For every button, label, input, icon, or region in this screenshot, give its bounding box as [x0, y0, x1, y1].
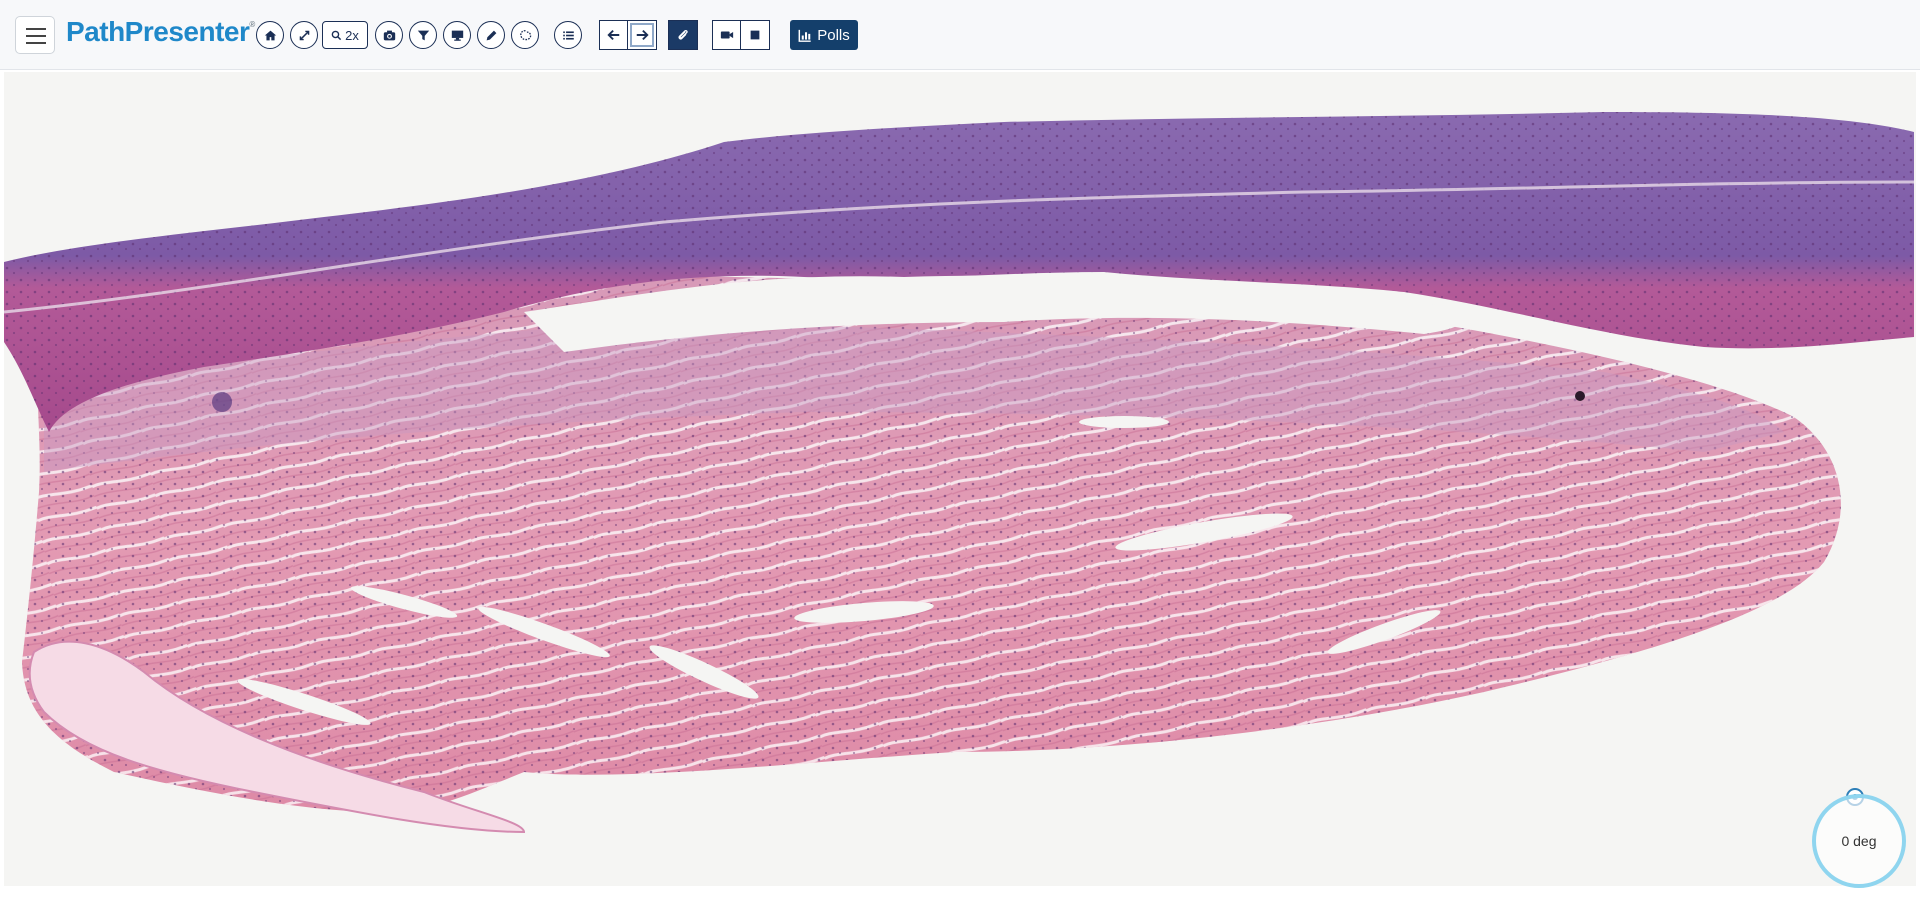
snapshot-button[interactable] — [375, 21, 403, 49]
arrow-left-icon — [607, 29, 620, 41]
attachment-button[interactable] — [668, 20, 698, 50]
polls-button[interactable]: Polls — [790, 20, 858, 50]
hamburger-icon-line — [26, 42, 46, 44]
arrow-right-icon — [636, 29, 649, 41]
lasso-icon — [519, 29, 531, 40]
next-slide-button[interactable] — [627, 20, 657, 50]
fullscreen-button[interactable] — [290, 21, 318, 49]
top-toolbar: PathPresenter® 2x Polls — [0, 0, 1920, 70]
zoom-button[interactable]: 2x — [322, 21, 368, 49]
list-icon — [562, 30, 574, 40]
registered-mark: ® — [249, 20, 255, 29]
zoom-icon — [331, 30, 342, 40]
record-button[interactable] — [712, 20, 742, 50]
video-icon — [720, 31, 734, 39]
rotation-dial[interactable]: 0 deg — [1812, 794, 1906, 888]
home-button[interactable] — [256, 21, 284, 49]
slide-viewer[interactable] — [4, 72, 1916, 886]
camera-icon — [383, 30, 395, 40]
home-icon — [264, 30, 276, 40]
paperclip-icon — [678, 29, 688, 40]
previous-slide-button[interactable] — [599, 20, 629, 50]
rotation-label: 0 deg — [1841, 833, 1877, 849]
filter-icon — [417, 30, 429, 40]
stop-icon — [750, 30, 760, 40]
annotate-button[interactable] — [477, 21, 505, 49]
monitor-icon — [451, 30, 463, 41]
pencil-icon — [486, 30, 496, 40]
bar-chart-icon — [798, 29, 811, 42]
hamburger-icon-line — [26, 35, 46, 37]
present-button[interactable] — [443, 21, 471, 49]
zoom-label: 2x — [345, 27, 359, 43]
polls-label: Polls — [817, 26, 850, 44]
stop-button[interactable] — [740, 20, 770, 50]
expand-icon — [299, 30, 309, 40]
slide-list-button[interactable] — [554, 21, 582, 49]
tissue-slide-image — [4, 112, 1915, 834]
logo-text: PathPresenter — [66, 16, 250, 47]
filter-button[interactable] — [409, 21, 437, 49]
menu-button[interactable] — [15, 16, 55, 54]
hamburger-icon — [26, 28, 46, 30]
app-logo: PathPresenter® — [66, 16, 255, 48]
freehand-button[interactable] — [511, 21, 539, 49]
